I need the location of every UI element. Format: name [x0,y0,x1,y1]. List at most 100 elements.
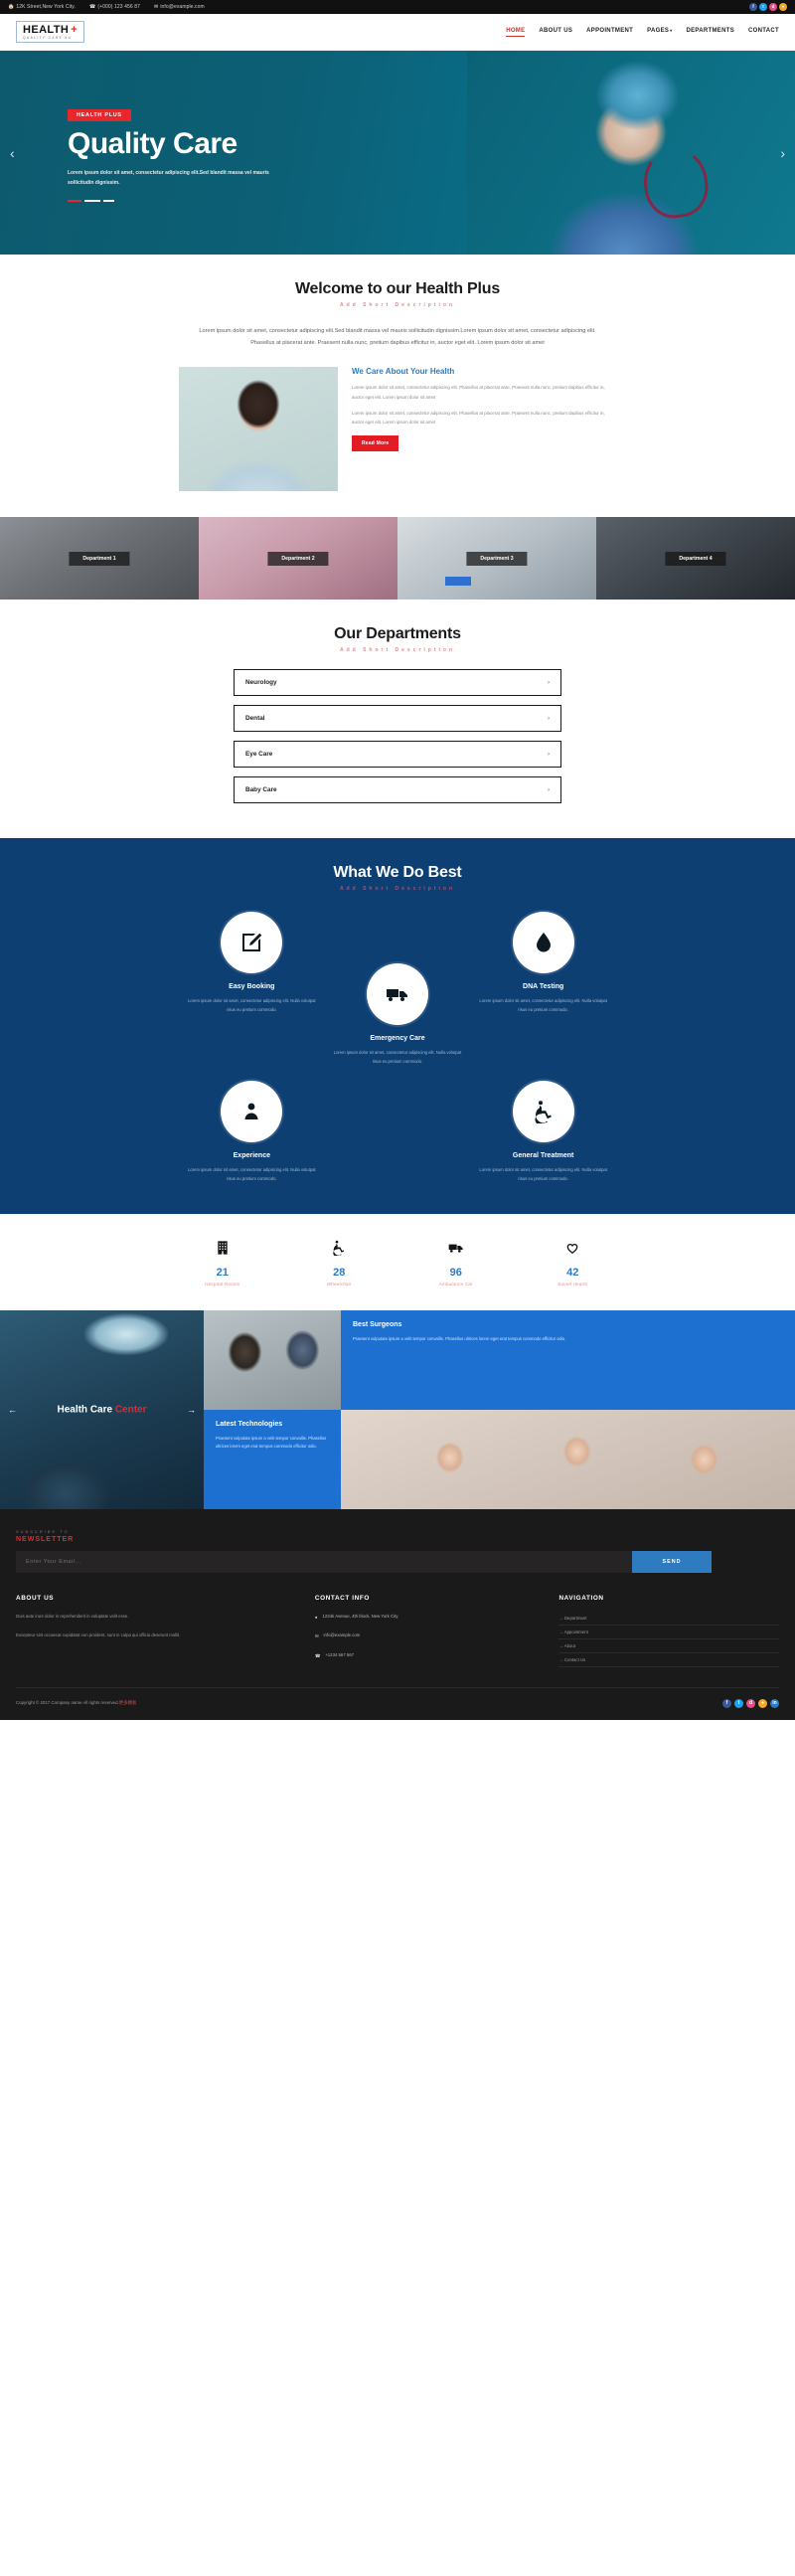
counter-label: Saved Hearts [557,1281,588,1287]
rss-icon[interactable]: ● [758,1698,767,1708]
building-icon [218,1241,228,1255]
nav-label: ABOUT US [539,28,573,34]
chevron-right-icon: › [548,715,550,722]
care-row: We Care About Your Health Lorem ipsum do… [179,367,616,492]
accordion-label: Eye Care [245,751,273,759]
counter-label: Hospital Rooms [205,1281,240,1287]
footer-email[interactable]: ✉ info@example.com [315,1631,536,1640]
linkedin-icon[interactable]: in [770,1698,779,1708]
nav-item-pages[interactable]: PAGES▾ [647,28,672,36]
topbar-social-links: f t d ● [749,3,787,11]
footer-nav-item-about[interactable]: About [558,1639,779,1653]
nav-item-departments[interactable]: DEPARTMENTS [686,28,734,36]
best-surgeons-panel[interactable]: Best Surgeons Praesent vulputate ipsum a… [341,1309,795,1410]
slider-dot[interactable] [84,199,100,202]
nav-label: DEPARTMENTS [686,28,735,34]
newsletter-email-input[interactable] [16,1550,632,1573]
mosaic-left-title-part1: Health Care [57,1404,115,1416]
nurses-photo [341,1409,795,1509]
latest-technologies-panel[interactable]: Latest Technologies Praesent vulputate i… [204,1409,341,1509]
facebook-icon[interactable]: f [749,3,757,11]
home-icon: 🏠 [8,3,15,10]
mosaic-prev-arrow[interactable]: ← [8,1405,17,1415]
welcome-title: Welcome to our Health Plus [294,280,501,297]
footer-phone[interactable]: ☎ +1234 567 567 [315,1651,536,1660]
mosaic-right-column: Best Surgeons Praesent vulputate ipsum a… [341,1309,795,1509]
service-experience[interactable]: Experience Lorem ipsum dolor sit amet, c… [184,1081,320,1184]
gallery-label: Department 1 [69,551,130,566]
gallery-item-2[interactable]: Department 2 [199,517,398,601]
service-body: Lorem ipsum dolor sit amet, consectetur … [333,1050,462,1065]
accordion-item-dental[interactable]: Dental › [234,705,561,733]
service-title: General Treatment [512,1152,574,1160]
accordion-item-baby-care[interactable]: Baby Care › [234,776,561,804]
service-dna-testing[interactable]: DNA Testing Lorem ipsum dolor sit amet, … [475,912,611,1015]
phone-icon: ☎ [88,3,96,10]
service-title: DNA Testing [523,983,564,991]
site-header: HEALTH + QUALITY CARE 4U HOME ABOUT US A… [0,14,795,51]
gallery-item-4[interactable]: Department 4 [596,517,795,601]
footer-nav-list: Departmant Appointment About Contact Us [558,1612,779,1667]
newsletter-block: Subscribe To NEWSLETTER SEND [16,1529,779,1573]
topbar-email[interactable]: ✉ info@example.com [154,4,205,10]
hero-slider-dots[interactable] [68,199,326,202]
health-care-center-slide[interactable]: ← → Health Care Center [0,1309,204,1509]
site-logo[interactable]: HEALTH + QUALITY CARE 4U [16,20,85,44]
main-navigation: HOME ABOUT US APPOINTMENT PAGES▾ DEPARTM… [506,28,779,37]
site-footer: Subscribe To NEWSLETTER SEND ABOUT US Du… [0,1508,795,1720]
footer-email-text: info@example.com [323,1632,361,1638]
slider-dot-active[interactable] [68,199,81,202]
panel-body: Praesent vulputate ipsum a velit tempor … [216,1435,327,1450]
twitter-icon[interactable]: t [734,1698,743,1708]
what-we-do-best-section: What We Do Best Add Short Description Ea… [0,838,795,1214]
service-title: Emergency Care [370,1035,425,1043]
newsletter-send-button[interactable]: SEND [632,1550,712,1573]
chevron-down-icon: ▾ [670,28,673,33]
service-body: Lorem ipsum dolor sit amet, consectetur … [188,998,316,1013]
service-body: Lorem ipsum dolor sit amet, consectetur … [479,1167,607,1181]
rss-icon[interactable]: ● [779,3,787,11]
copyright-link[interactable]: 更多模板 [119,1700,137,1705]
accordion-item-neurology[interactable]: Neurology › [234,669,561,697]
mosaic-next-arrow[interactable]: → [187,1405,196,1415]
departments-section: Our Departments Add Short Description Ne… [0,600,795,838]
counter-label: Wheelchair [326,1281,352,1287]
footer-social-links: f t d ● in [722,1698,779,1708]
service-general-treatment[interactable]: General Treatment Lorem ipsum dolor sit … [475,1081,611,1184]
footer-about-paragraph-2: Excepteur sint occaecat cupidatat non pr… [16,1631,181,1637]
logo-tagline: QUALITY CARE 4U [23,35,73,40]
counter-value: 96 [449,1266,462,1279]
ambulance-icon [366,963,428,1026]
mosaic-left-title-accent: Center [114,1404,147,1416]
nav-item-about-us[interactable]: ABOUT US [539,28,572,36]
best-subtitle: Add Short Description [339,886,456,893]
service-easy-booking[interactable]: Easy Booking Lorem ipsum dolor sit amet,… [184,912,320,1015]
service-emergency-care[interactable]: Emergency Care Lorem ipsum dolor sit ame… [330,963,466,1067]
footer-nav-item-contact-us[interactable]: Contact Us [558,1653,779,1667]
dribbble-icon[interactable]: d [769,3,777,11]
footer-nav-item-departmant[interactable]: Departmant [558,1612,779,1626]
read-more-button[interactable]: Read More [352,434,399,451]
facebook-icon[interactable]: f [722,1698,731,1708]
topbar-phone[interactable]: ☎ (+000) 123 456 87 [89,4,140,10]
gallery-color-chip [445,577,471,587]
accordion-label: Dental [245,715,265,723]
accordion-item-eye-care[interactable]: Eye Care › [234,741,561,769]
gallery-label: Department 3 [466,551,528,566]
map-pin-icon: ● [314,1614,318,1620]
hero-badge: HEALTH PLUS [68,109,131,122]
nav-item-home[interactable]: HOME [506,28,526,37]
footer-nav-item-appointment[interactable]: Appointment [558,1626,779,1639]
topbar-address-text: 12K Street,New York City. [16,4,76,10]
nav-item-appointment[interactable]: APPOINTMENT [586,28,633,36]
footer-nav-title: NAVIGATION [558,1594,604,1602]
footer-about-paragraph-1: Duis aute irure dolor in reprehenderit i… [16,1613,129,1619]
footer-about-column: ABOUT US Duis aute irure dolor in repreh… [16,1595,291,1667]
slider-dot[interactable] [103,199,114,202]
phone-icon: ☎ [314,1653,321,1659]
gallery-item-3[interactable]: Department 3 [398,517,596,601]
gallery-item-1[interactable]: Department 1 [0,517,199,601]
dribbble-icon[interactable]: d [746,1698,755,1708]
nav-item-contact[interactable]: CONTACT [748,28,779,36]
twitter-icon[interactable]: t [759,3,767,11]
